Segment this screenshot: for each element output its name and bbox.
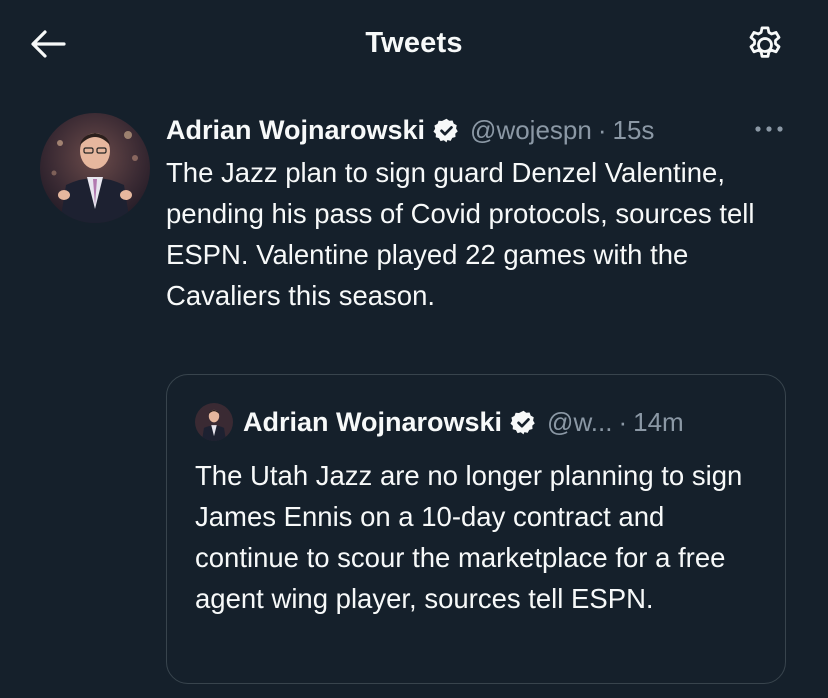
top-bar: Tweets	[0, 0, 828, 90]
page-title: Tweets	[365, 27, 463, 59]
more-icon	[755, 126, 783, 132]
more-options-button[interactable]	[748, 112, 790, 146]
avatar-photo	[40, 113, 150, 223]
verified-badge-icon	[433, 117, 460, 144]
tweet-detail-screen: Tweets Adrian Wojnarowski @wojespn · 15s…	[0, 0, 828, 698]
settings-button[interactable]	[742, 22, 788, 68]
quoted-author-name: Adrian Wojnarowski	[243, 406, 503, 437]
quoted-avatar-photo	[195, 403, 233, 441]
quoted-timestamp: 14m	[633, 406, 684, 437]
quoted-avatar	[195, 403, 233, 441]
gear-icon	[749, 26, 781, 58]
separator-dot: ·	[597, 114, 607, 145]
tweet-header: Adrian Wojnarowski @wojespn · 15s	[166, 112, 806, 148]
quoted-tweet-text: The Utah Jazz are no longer planning to …	[195, 460, 743, 614]
timestamp[interactable]: 15s	[613, 115, 655, 146]
quoted-tweet[interactable]: Adrian Wojnarowski @w... · 14m The Utah …	[166, 374, 786, 684]
verified-badge-icon	[510, 409, 537, 436]
separator-dot: ·	[618, 406, 628, 437]
author-handle[interactable]: @wojespn	[470, 115, 592, 146]
avatar[interactable]	[40, 113, 150, 223]
author-name[interactable]: Adrian Wojnarowski	[166, 115, 425, 146]
tweet-text: The Jazz plan to sign guard Denzel Valen…	[166, 157, 755, 311]
quoted-tweet-header: Adrian Wojnarowski @w... · 14m	[243, 403, 763, 441]
quoted-author-handle: @w...	[547, 406, 613, 437]
